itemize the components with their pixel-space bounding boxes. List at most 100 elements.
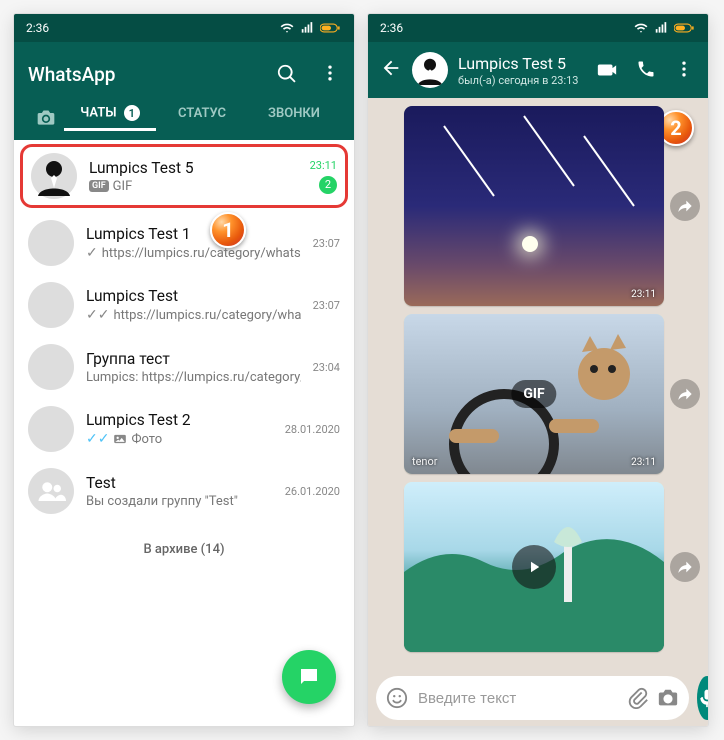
gif-source: tenor — [412, 455, 438, 468]
call-icon[interactable] — [636, 59, 656, 79]
message-row: 23:11 — [376, 106, 700, 306]
chat-row[interactable]: Lumpics Test 2 ✓✓ Фото 28.01.2020 — [14, 398, 354, 460]
status-icons — [634, 21, 696, 35]
message-input-container — [376, 676, 689, 720]
mic-icon — [697, 688, 708, 708]
phone-chat-list: 2:36 WhatsApp ЧАТЫ 1 — [14, 14, 354, 726]
tab-chats[interactable]: ЧАТЫ 1 — [64, 105, 156, 131]
play-icon — [525, 558, 543, 576]
app-title: WhatsApp — [28, 63, 115, 86]
forward-icon — [677, 559, 693, 575]
archive-link[interactable]: В архиве (14) — [14, 522, 354, 577]
back-button[interactable] — [376, 53, 406, 87]
camera-icon — [36, 108, 56, 128]
image-message[interactable]: 23:11 — [404, 106, 664, 306]
message-input[interactable] — [416, 689, 619, 708]
chat-row[interactable]: Группа тест Lumpics: https://lumpics.ru/… — [14, 336, 354, 398]
group-icon — [36, 476, 66, 506]
chat-time: 28.01.2020 — [285, 423, 340, 436]
tab-bar: ЧАТЫ 1 СТАТУС ЗВОНКИ — [28, 96, 340, 140]
message-time: 23:11 — [631, 289, 656, 300]
signal-icon — [654, 21, 668, 35]
battery-icon — [674, 21, 696, 35]
message-list[interactable]: 23:11 — [368, 98, 708, 670]
attach-icon[interactable] — [627, 687, 649, 709]
chat-preview: ✓✓ https://lumpics.ru/category/whatsap..… — [86, 307, 301, 323]
chat-name: Lumpics Test — [86, 287, 301, 305]
avatar — [31, 153, 77, 199]
person-suit-icon — [34, 156, 74, 196]
header-info[interactable]: Lumpics Test 5 был(-а) сегодня в 23:13 — [458, 54, 590, 87]
tick-read-icon: ✓✓ — [86, 431, 109, 447]
more-icon[interactable] — [320, 63, 340, 83]
message-icon — [297, 665, 321, 689]
tab-chats-label: ЧАТЫ — [80, 106, 116, 121]
input-bar — [368, 670, 708, 726]
chats-count-badge: 1 — [124, 105, 140, 121]
avatar — [28, 406, 74, 452]
message-row: GIF tenor 23:11 — [376, 314, 700, 474]
avatar — [28, 344, 74, 390]
tab-status[interactable]: СТАТУС — [156, 106, 248, 131]
new-chat-fab[interactable] — [282, 650, 336, 704]
wifi-icon — [280, 21, 294, 35]
chat-name: Группа тест — [86, 350, 301, 368]
status-time: 2:36 — [380, 21, 403, 35]
chat-time: 23:07 — [313, 237, 340, 250]
chat-time: 23:11 — [310, 159, 337, 172]
contact-name: Lumpics Test 5 — [458, 54, 590, 73]
chat-name: Lumpics Test 1 — [86, 225, 301, 243]
chat-row[interactable]: Lumpics Test 5 GIF GIF 23:11 2 — [20, 144, 348, 208]
chat-preview: Вы создали группу "Test" — [86, 494, 273, 509]
status-bar: 2:36 — [368, 14, 708, 42]
gif-thumb: GIF tenor 23:11 — [404, 314, 664, 474]
chat-preview: Lumpics: https://lumpics.ru/category/w..… — [86, 370, 301, 385]
camera-icon[interactable] — [657, 687, 679, 709]
video-message[interactable] — [404, 482, 664, 652]
chat-row[interactable]: Lumpics Test 1 ✓ https://lumpics.ru/cate… — [14, 212, 354, 274]
avatar — [28, 220, 74, 266]
last-seen: был(-а) сегодня в 23:13 — [458, 74, 590, 87]
chat-time: 23:04 — [313, 361, 340, 374]
person-suit-icon — [415, 55, 445, 85]
tick-double-icon: ✓✓ — [86, 307, 109, 323]
chat-list: Lumpics Test 5 GIF GIF 23:11 2 1 Lumpics — [14, 140, 354, 726]
chat-preview: ✓✓ Фото — [86, 431, 273, 447]
chat-time: 23:07 — [313, 299, 340, 312]
chat-row[interactable]: Test Вы создали группу "Test" 26.01.2020 — [14, 460, 354, 522]
play-button[interactable] — [512, 545, 556, 589]
phone-conversation: 2:36 Lumpics Test 5 был(-а) сегодня в 23… — [368, 14, 708, 726]
chat-name: Lumpics Test 2 — [86, 411, 273, 429]
status-time: 2:36 — [26, 21, 49, 35]
tab-calls[interactable]: ЗВОНКИ — [248, 106, 340, 131]
tick-single-icon: ✓ — [86, 245, 98, 261]
avatar[interactable] — [412, 52, 448, 88]
video-thumb — [404, 482, 664, 652]
forward-button[interactable] — [670, 191, 700, 221]
emoji-icon[interactable] — [386, 687, 408, 709]
forward-icon — [677, 198, 693, 214]
video-call-icon[interactable] — [596, 59, 618, 81]
gif-label: GIF — [511, 380, 556, 408]
camera-tab[interactable] — [28, 108, 64, 128]
photo-icon — [113, 432, 127, 446]
conversation-header: Lumpics Test 5 был(-а) сегодня в 23:13 — [368, 42, 708, 98]
wifi-icon — [634, 21, 648, 35]
chat-row[interactable]: Lumpics Test ✓✓ https://lumpics.ru/categ… — [14, 274, 354, 336]
app-header: WhatsApp ЧАТЫ 1 СТАТУС ЗВОНКИ — [14, 42, 354, 140]
status-icons — [280, 21, 342, 35]
arrow-back-icon — [380, 57, 402, 79]
forward-button[interactable] — [670, 379, 700, 409]
chat-preview: GIF GIF — [89, 179, 298, 194]
gif-message[interactable]: GIF tenor 23:11 — [404, 314, 664, 474]
message-time: 23:11 — [631, 457, 656, 468]
forward-button[interactable] — [670, 552, 700, 582]
battery-icon — [320, 21, 342, 35]
mic-button[interactable] — [697, 676, 708, 720]
chat-name: Test — [86, 474, 273, 492]
gif-chip: GIF — [89, 180, 109, 192]
avatar — [28, 282, 74, 328]
more-icon[interactable] — [674, 59, 694, 79]
signal-icon — [300, 21, 314, 35]
search-icon[interactable] — [276, 63, 298, 85]
